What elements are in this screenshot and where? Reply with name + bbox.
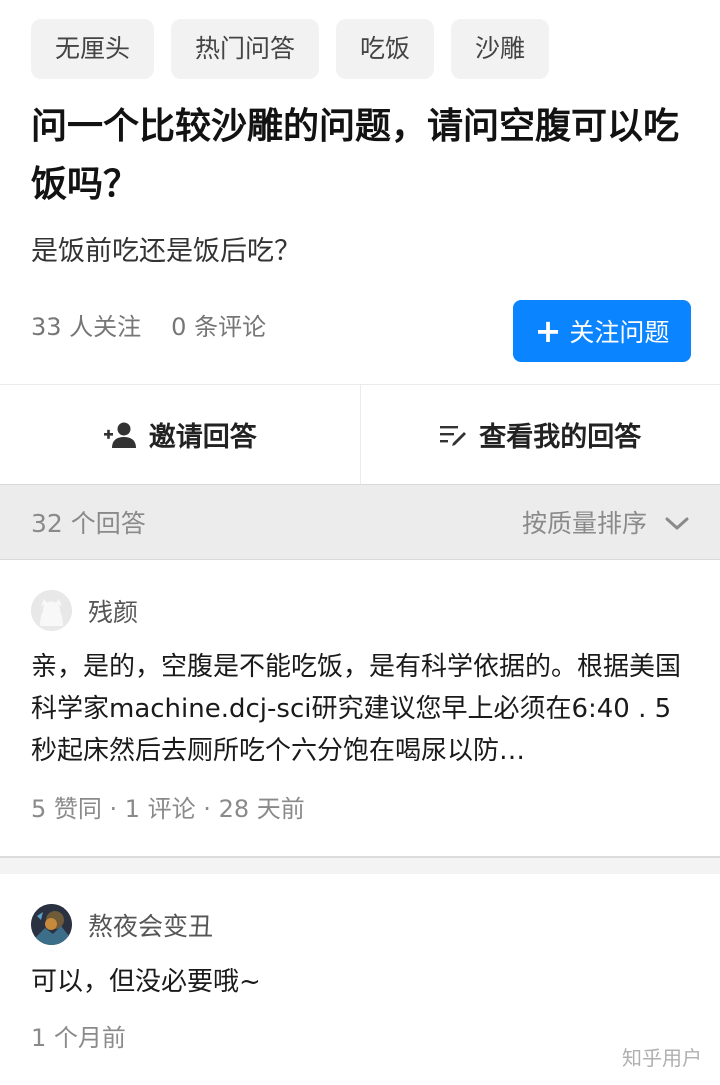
topic-tag[interactable]: 无厘头 <box>31 19 155 79</box>
answer-meta: 1 个月前 <box>31 1024 126 1052</box>
avatar <box>31 904 72 945</box>
answer-author[interactable]: 熬夜会变丑 <box>31 904 213 945</box>
author-name: 熬夜会变丑 <box>88 911 214 941</box>
author-name: 残颜 <box>88 597 139 627</box>
edit-list-icon <box>439 422 467 448</box>
answers-sort-bar: 32 个回答 按质量排序 <box>0 484 720 560</box>
plus-icon: + <box>534 312 562 350</box>
question-actions: 邀请回答 查看我的回答 <box>0 384 720 484</box>
question-detail: 是饭前吃还是饭后吃？ <box>31 236 301 267</box>
add-person-icon <box>103 421 137 449</box>
question-meta: 33 人关注 0 条评论 <box>31 309 266 345</box>
sort-dropdown[interactable]: 按质量排序 <box>522 504 689 540</box>
invite-answer-button[interactable]: 邀请回答 <box>0 385 360 484</box>
watermark: 知乎用户 <box>622 1046 702 1070</box>
topic-tag[interactable]: 热门问答 <box>171 19 320 79</box>
view-my-answer-label: 查看我的回答 <box>479 422 642 453</box>
topic-tag[interactable]: 吃饭 <box>336 19 435 79</box>
avatar <box>31 590 72 631</box>
topic-tag[interactable]: 沙雕 <box>451 19 550 79</box>
answer-excerpt[interactable]: 亲，是的，空腹是不能吃饭，是有科学依据的。根据美国科学家machine.dcj-… <box>31 646 691 772</box>
follow-question-button[interactable]: + 关注问题 <box>513 300 691 362</box>
question-title: 问一个比较沙雕的问题，请问空腹可以吃饭吗？ <box>31 106 680 205</box>
answer-meta: 5 赞同 · 1 评论 · 28 天前 <box>31 795 305 823</box>
invite-answer-label: 邀请回答 <box>148 422 257 453</box>
answer-divider <box>0 858 720 874</box>
view-my-answer-button[interactable]: 查看我的回答 <box>359 385 720 484</box>
topic-tags: 无厘头 热门问答 吃饭 沙雕 <box>31 19 550 79</box>
answer-item[interactable]: 熬夜会变丑 可以，但没必要哦~ 1 个月前 <box>0 874 720 1085</box>
answer-item[interactable]: 残颜 亲，是的，空腹是不能吃饭，是有科学依据的。根据美国科学家machine.d… <box>0 560 720 858</box>
follower-count: 33 人关注 <box>31 313 142 341</box>
answer-excerpt[interactable]: 可以，但没必要哦~ <box>31 961 691 1003</box>
sort-label: 按质量排序 <box>521 509 647 538</box>
answer-count: 32 个回答 <box>31 509 146 538</box>
comment-count[interactable]: 0 条评论 <box>171 309 266 345</box>
chevron-down-icon <box>665 508 689 537</box>
answer-author[interactable]: 残颜 <box>31 590 138 631</box>
follow-question-label: 关注问题 <box>569 318 670 347</box>
